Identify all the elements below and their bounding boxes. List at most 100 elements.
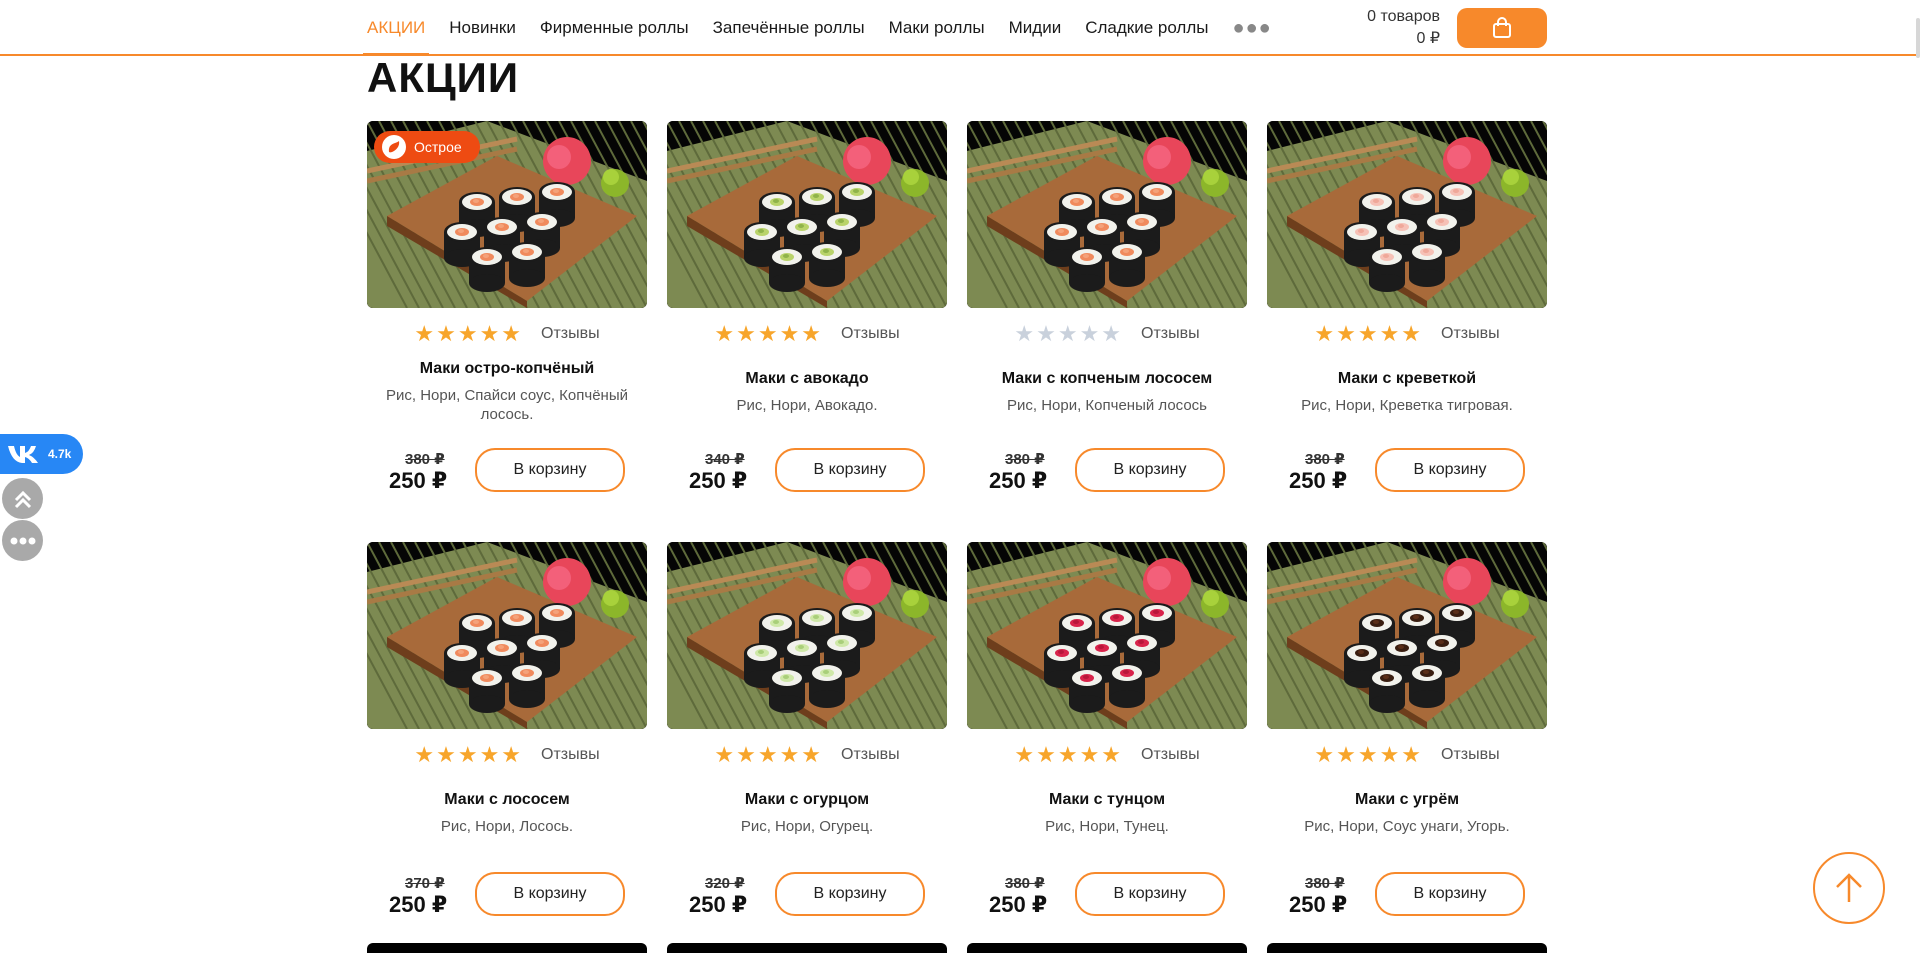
rating-star-icon[interactable]: ★ [480, 323, 500, 345]
reviews-link[interactable]: Отзывы [541, 746, 600, 764]
rating-star-icon[interactable]: ★ [501, 323, 521, 345]
star-rating[interactable]: ★ ★ ★ ★ ★ [714, 744, 821, 766]
product-name[interactable]: Маки с угрём [1267, 791, 1547, 809]
star-rating[interactable]: ★ ★ ★ ★ ★ [414, 744, 521, 766]
rating-star-icon[interactable]: ★ [501, 744, 521, 766]
product-description: Рис, Нори, Спайси соус, Копчёный лосось. [386, 387, 628, 423]
product-name[interactable]: Маки с креветкой [1267, 370, 1547, 388]
rating-star-icon[interactable]: ★ [1336, 323, 1356, 345]
rating-star-icon[interactable]: ★ [714, 744, 734, 766]
rating-star-icon[interactable]: ★ [1014, 744, 1034, 766]
reviews-link[interactable]: Отзывы [1441, 746, 1500, 764]
product-image[interactable] [1267, 121, 1547, 308]
rating-star-icon[interactable]: ★ [714, 323, 734, 345]
reviews-link[interactable]: Отзывы [1141, 746, 1200, 764]
rating-star-icon[interactable]: ★ [436, 744, 456, 766]
rating-row: ★ ★ ★ ★ ★ Отзывы [367, 743, 647, 767]
product-image[interactable] [367, 542, 647, 729]
reviews-link[interactable]: Отзывы [1441, 325, 1500, 343]
nav-item-maki[interactable]: Маки роллы [889, 0, 985, 56]
page-scrollbar[interactable] [1916, 18, 1920, 58]
rating-star-icon[interactable]: ★ [758, 323, 778, 345]
product-image[interactable] [1267, 542, 1547, 729]
add-to-cart-button[interactable]: В корзину [775, 448, 925, 492]
rating-star-icon[interactable]: ★ [1401, 744, 1421, 766]
rating-star-icon[interactable]: ★ [736, 323, 756, 345]
star-rating[interactable]: ★ ★ ★ ★ ★ [1014, 744, 1121, 766]
rating-star-icon[interactable]: ★ [1314, 744, 1334, 766]
rating-star-icon[interactable]: ★ [480, 744, 500, 766]
nav-item-sladkie[interactable]: Сладкие роллы [1085, 0, 1208, 56]
nav-item-firmennye[interactable]: Фирменные роллы [540, 0, 689, 56]
rating-star-icon[interactable]: ★ [1336, 744, 1356, 766]
reviews-link[interactable]: Отзывы [841, 746, 900, 764]
rating-star-icon[interactable]: ★ [780, 744, 800, 766]
star-rating[interactable]: ★ ★ ★ ★ ★ [1014, 323, 1121, 345]
rating-star-icon[interactable]: ★ [1014, 323, 1034, 345]
rating-star-icon[interactable]: ★ [1101, 323, 1121, 345]
add-to-cart-button[interactable]: В корзину [475, 872, 625, 916]
rating-star-icon[interactable]: ★ [758, 744, 778, 766]
rating-star-icon[interactable]: ★ [458, 323, 478, 345]
rating-star-icon[interactable]: ★ [736, 744, 756, 766]
rating-star-icon[interactable]: ★ [1314, 323, 1334, 345]
star-rating[interactable]: ★ ★ ★ ★ ★ [1314, 744, 1421, 766]
more-dots-icon[interactable]: ●●● [1232, 17, 1271, 40]
rating-star-icon[interactable]: ★ [414, 744, 434, 766]
old-price: 320 ₽ [705, 875, 745, 892]
vk-widget[interactable]: 4.7k [0, 434, 83, 474]
product-image[interactable] [667, 121, 947, 308]
rating-star-icon[interactable]: ★ [801, 744, 821, 766]
product-name[interactable]: Маки с авокадо [667, 370, 947, 388]
rating-star-icon[interactable]: ★ [1380, 744, 1400, 766]
rating-star-icon[interactable]: ★ [1358, 323, 1378, 345]
star-rating[interactable]: ★ ★ ★ ★ ★ [714, 323, 821, 345]
cart-summary[interactable]: 0 товаров 0 ₽ [1290, 6, 1440, 50]
rating-star-icon[interactable]: ★ [1080, 744, 1100, 766]
rating-star-icon[interactable]: ★ [1101, 744, 1121, 766]
scroll-top-button[interactable] [1813, 852, 1885, 924]
next-row-image [967, 943, 1247, 953]
product-name[interactable]: Маки с тунцом [967, 791, 1247, 809]
product-image[interactable] [967, 121, 1247, 308]
rating-star-icon[interactable]: ★ [1380, 323, 1400, 345]
star-rating[interactable]: ★ ★ ★ ★ ★ [1314, 323, 1421, 345]
nav-item-novinki[interactable]: Новинки [449, 0, 516, 56]
product-name[interactable]: Маки с копченым лососем [967, 370, 1247, 388]
product-name[interactable]: Маки с лососем [367, 791, 647, 809]
add-to-cart-button[interactable]: В корзину [775, 872, 925, 916]
star-rating[interactable]: ★ ★ ★ ★ ★ [414, 323, 521, 345]
reviews-link[interactable]: Отзывы [1141, 325, 1200, 343]
rating-star-icon[interactable]: ★ [414, 323, 434, 345]
cart-button[interactable] [1457, 8, 1547, 48]
add-to-cart-button[interactable]: В корзину [475, 448, 625, 492]
rating-star-icon[interactable]: ★ [458, 744, 478, 766]
nav-item-midii[interactable]: Мидии [1009, 0, 1062, 56]
rating-star-icon[interactable]: ★ [1058, 744, 1078, 766]
add-to-cart-button[interactable]: В корзину [1075, 448, 1225, 492]
rating-star-icon[interactable]: ★ [1080, 323, 1100, 345]
double-chevron-up-icon[interactable] [2, 478, 43, 519]
nav-item-zapechennye[interactable]: Запечённые роллы [713, 0, 865, 56]
product-image[interactable] [667, 542, 947, 729]
reviews-link[interactable]: Отзывы [841, 325, 900, 343]
reviews-link[interactable]: Отзывы [541, 325, 600, 343]
rating-star-icon[interactable]: ★ [1036, 744, 1056, 766]
product-name[interactable]: Маки с огурцом [667, 791, 947, 809]
product-image[interactable] [967, 542, 1247, 729]
rating-star-icon[interactable]: ★ [1358, 744, 1378, 766]
nav-item-akcii[interactable]: АКЦИИ [362, 0, 430, 56]
add-to-cart-button[interactable]: В корзину [1375, 448, 1525, 492]
rating-star-icon[interactable]: ★ [1036, 323, 1056, 345]
product-image[interactable]: Острое [367, 121, 647, 308]
badge-label: Острое [414, 139, 462, 155]
rating-star-icon[interactable]: ★ [780, 323, 800, 345]
side-more-dots-icon[interactable] [2, 520, 43, 561]
add-to-cart-button[interactable]: В корзину [1375, 872, 1525, 916]
rating-star-icon[interactable]: ★ [1401, 323, 1421, 345]
add-to-cart-button[interactable]: В корзину [1075, 872, 1225, 916]
rating-star-icon[interactable]: ★ [436, 323, 456, 345]
rating-star-icon[interactable]: ★ [1058, 323, 1078, 345]
product-name[interactable]: Маки остро-копчёный [367, 360, 647, 378]
rating-star-icon[interactable]: ★ [801, 323, 821, 345]
